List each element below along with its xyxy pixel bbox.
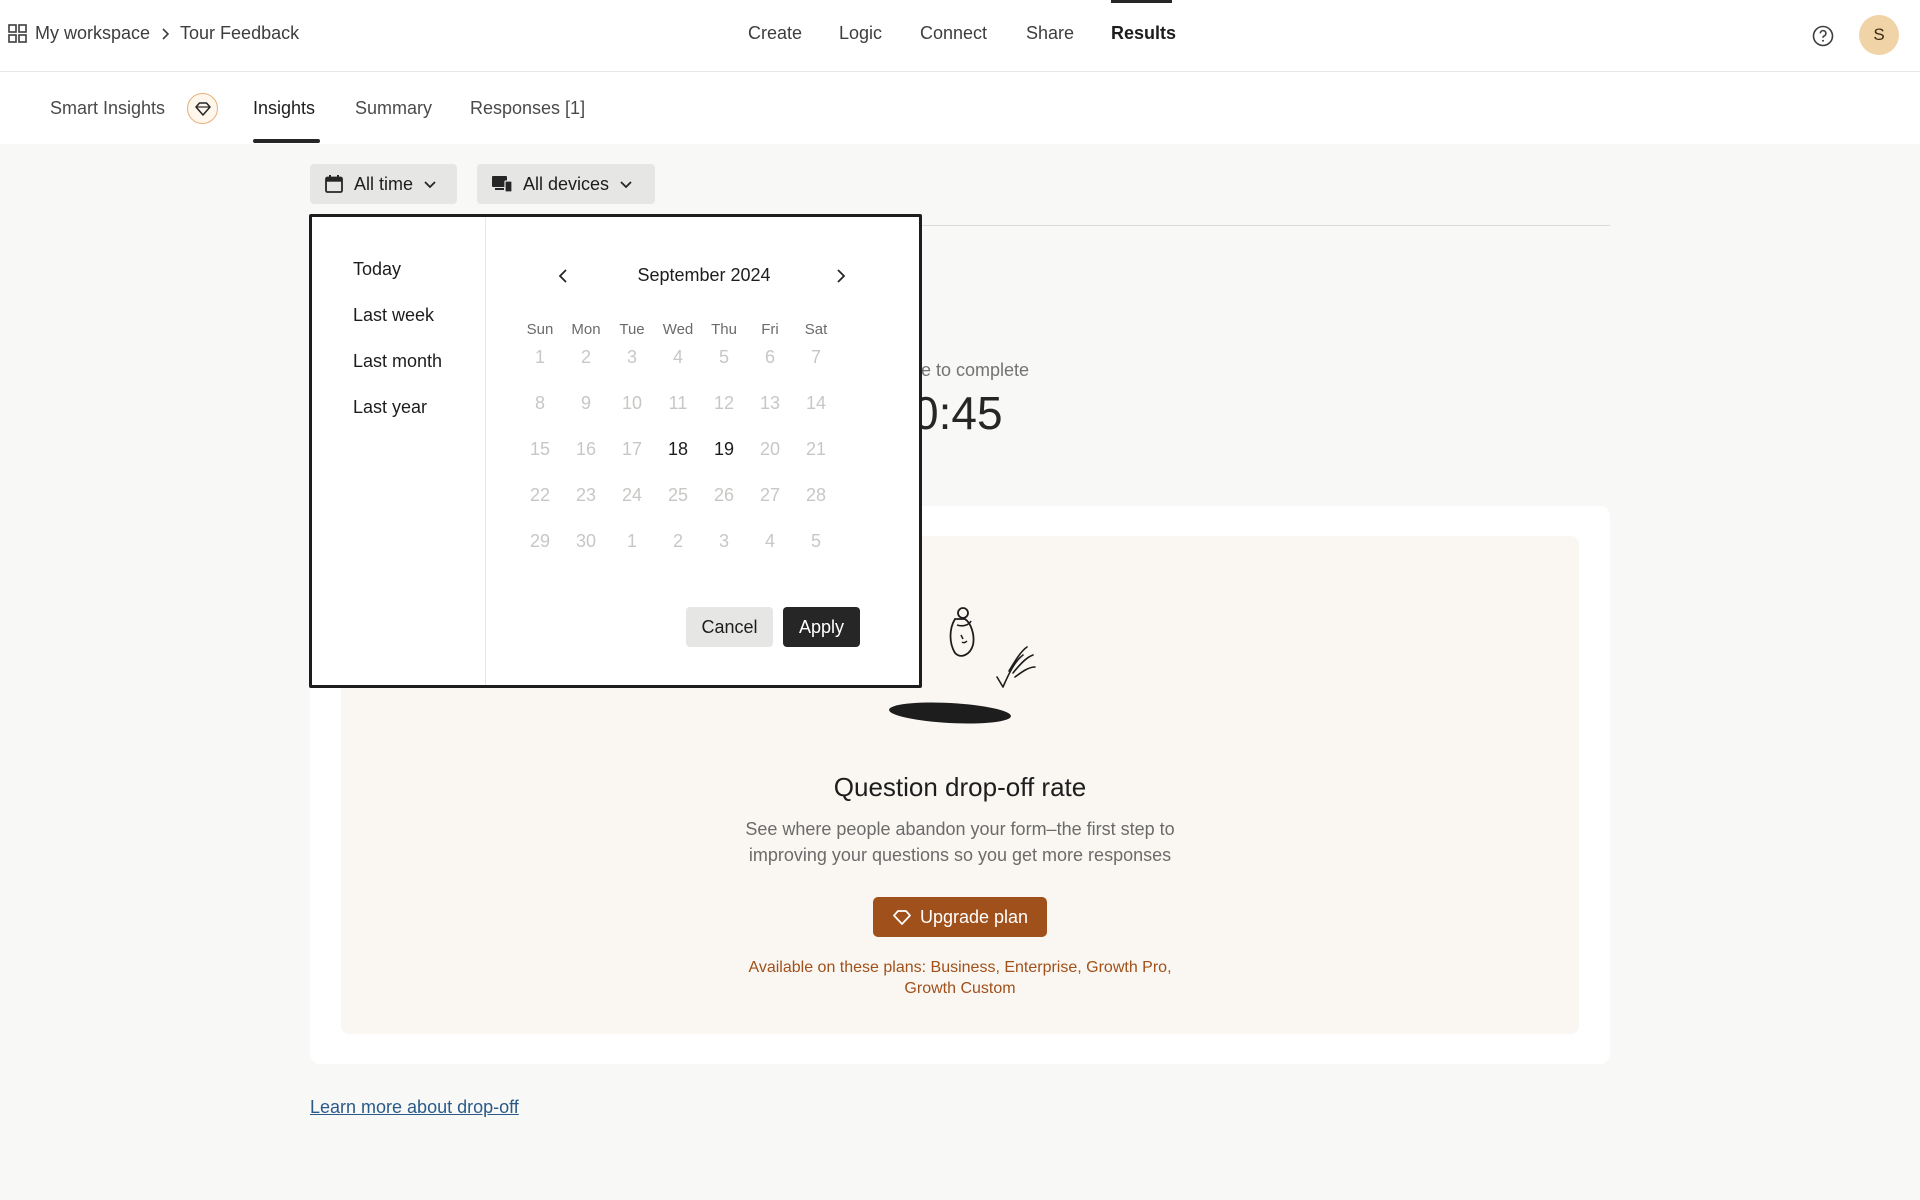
calendar-day: 1 bbox=[626, 531, 637, 551]
nav-create[interactable]: Create bbox=[748, 23, 802, 44]
calendar-day: 3 bbox=[626, 347, 637, 367]
chevron-down-icon bbox=[620, 180, 632, 188]
time-to-complete-value: 0:45 bbox=[913, 387, 1003, 439]
calendar-day: 24 bbox=[621, 485, 643, 505]
weekday-header: Thu bbox=[711, 321, 737, 338]
upgrade-plan-button[interactable]: Upgrade plan bbox=[873, 897, 1047, 937]
calendar-day: 1 bbox=[534, 347, 545, 367]
results-subtabs: Smart Insights Insights Summary Response… bbox=[0, 72, 1920, 144]
workspace-grid-icon[interactable] bbox=[8, 24, 27, 43]
calendar-day: 16 bbox=[575, 439, 597, 459]
calendar-day: 26 bbox=[713, 485, 735, 505]
breadcrumb-form[interactable]: Tour Feedback bbox=[180, 23, 299, 44]
calendar-day: 4 bbox=[672, 347, 683, 367]
device-filter-label: All devices bbox=[523, 173, 610, 194]
date-presets: Today Last week Last month Last year bbox=[312, 217, 486, 685]
tab-insights[interactable]: Insights bbox=[253, 98, 315, 119]
nav-connect[interactable]: Connect bbox=[920, 23, 987, 44]
calendar-day: 6 bbox=[764, 347, 775, 367]
device-filter-dropdown[interactable]: All devices bbox=[477, 164, 655, 204]
calendar-day: 30 bbox=[575, 531, 597, 551]
dropoff-description: See where people abandon your form–the f… bbox=[745, 819, 1175, 865]
calendar-day: 14 bbox=[805, 393, 827, 413]
tab-responses[interactable]: Responses [1] bbox=[470, 98, 585, 119]
calendar-icon bbox=[325, 175, 343, 193]
help-icon[interactable] bbox=[1811, 24, 1835, 48]
apply-label: Apply bbox=[798, 616, 845, 637]
weekday-header: Tue bbox=[619, 321, 645, 338]
preset-today[interactable]: Today bbox=[353, 259, 401, 280]
preset-last-month[interactable]: Last month bbox=[353, 351, 442, 372]
calendar-day: 13 bbox=[759, 393, 781, 413]
available-plans-note: Available on these plans: Business, Ente… bbox=[748, 959, 1172, 997]
calendar-day: 8 bbox=[534, 393, 545, 413]
calendar-day: 2 bbox=[672, 531, 683, 551]
nav-share[interactable]: Share bbox=[1026, 23, 1074, 44]
calendar-day: 21 bbox=[805, 439, 827, 459]
calendar-day: 28 bbox=[805, 485, 827, 505]
devices-icon bbox=[492, 176, 513, 193]
calendar-day: 15 bbox=[529, 439, 551, 459]
calendar-day: 29 bbox=[529, 531, 551, 551]
premium-badge bbox=[187, 93, 218, 124]
preset-last-year[interactable]: Last year bbox=[353, 397, 427, 418]
top-bar: My workspace Tour Feedback Create Logic … bbox=[0, 0, 1920, 72]
learn-more-dropoff-link[interactable]: Learn more about drop-off bbox=[310, 1097, 519, 1118]
breadcrumb-workspace[interactable]: My workspace bbox=[35, 23, 150, 44]
dropoff-title: Question drop-off rate bbox=[833, 772, 1087, 802]
upgrade-plan-label: Upgrade plan bbox=[919, 906, 1029, 927]
breadcrumb: My workspace Tour Feedback bbox=[8, 23, 299, 44]
calendar-day: 25 bbox=[667, 485, 689, 505]
section-divider bbox=[921, 225, 1610, 226]
tab-active-indicator bbox=[253, 139, 320, 143]
date-picker-popover: Today Last week Last month Last year Sep… bbox=[309, 214, 922, 688]
calendar-day: 3 bbox=[718, 531, 729, 551]
nav-active-indicator bbox=[1111, 0, 1172, 3]
calendar-day: 5 bbox=[810, 531, 821, 551]
calendar-month-label: September 2024 bbox=[637, 265, 771, 285]
calendar-day: 4 bbox=[764, 531, 775, 551]
chevron-right-icon[interactable] bbox=[831, 267, 849, 285]
nav-logic[interactable]: Logic bbox=[839, 23, 882, 44]
preset-last-week[interactable]: Last week bbox=[353, 305, 434, 326]
avatar-initial: S bbox=[1873, 25, 1885, 44]
calendar-day: 2 bbox=[580, 347, 591, 367]
avatar[interactable]: S bbox=[1859, 15, 1899, 55]
calendar-day: 17 bbox=[621, 439, 643, 459]
tab-smart-insights[interactable]: Smart Insights bbox=[50, 98, 165, 119]
tab-summary[interactable]: Summary bbox=[355, 98, 432, 119]
weekday-header: Fri bbox=[761, 321, 779, 338]
calendar-day: 23 bbox=[575, 485, 597, 505]
nav-results[interactable]: Results bbox=[1111, 23, 1176, 44]
time-filter-label: All time bbox=[354, 173, 414, 194]
calendar-day: 9 bbox=[580, 393, 591, 413]
cancel-label: Cancel bbox=[701, 616, 758, 637]
cancel-button[interactable]: Cancel bbox=[686, 607, 773, 647]
weekday-header: Sun bbox=[526, 321, 554, 338]
weekday-header: Mon bbox=[571, 321, 601, 338]
calendar-day: 27 bbox=[759, 485, 781, 505]
diamond-icon bbox=[893, 909, 911, 925]
calendar-day: 11 bbox=[668, 393, 688, 413]
calendar-day[interactable]: 18 bbox=[655, 434, 701, 464]
apply-button[interactable]: Apply bbox=[783, 607, 860, 647]
chevron-down-icon bbox=[424, 180, 436, 188]
chevron-right-icon bbox=[162, 27, 170, 40]
weekday-header: Sat bbox=[804, 321, 828, 338]
calendar-day: 20 bbox=[759, 439, 781, 459]
weekday-header: Wed bbox=[662, 321, 694, 338]
diamond-icon bbox=[194, 101, 211, 116]
calendar-day: 12 bbox=[713, 393, 735, 413]
calendar-day: 5 bbox=[718, 347, 729, 367]
calendar-day: 7 bbox=[810, 347, 821, 367]
calendar-day[interactable]: 19 bbox=[701, 434, 747, 464]
time-to-complete-label: e to complete bbox=[921, 360, 1030, 380]
time-filter-dropdown[interactable]: All time bbox=[310, 164, 457, 204]
calendar-day: 22 bbox=[529, 485, 551, 505]
calendar-day: 10 bbox=[621, 393, 643, 413]
